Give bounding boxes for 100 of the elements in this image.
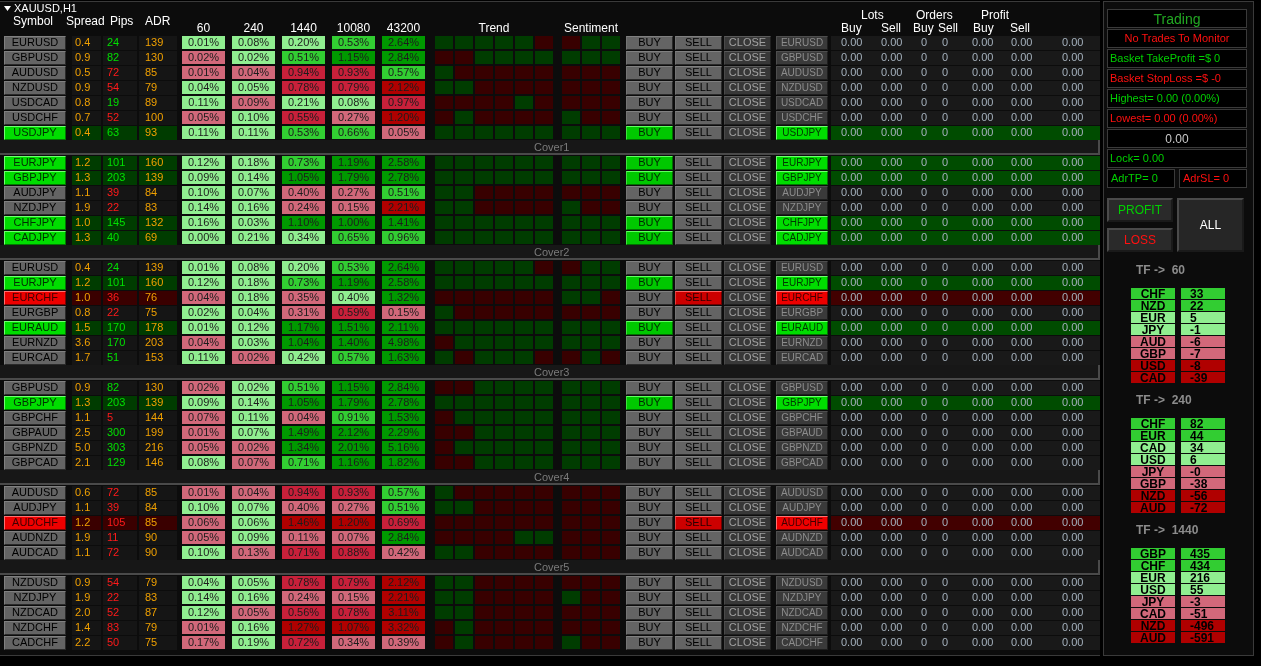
symbol-button[interactable]: EURJPY xyxy=(776,155,828,170)
symbol-button[interactable]: GBPCAD xyxy=(776,455,828,470)
close-button[interactable]: CLOSE xyxy=(724,380,771,395)
close-button[interactable]: CLOSE xyxy=(724,155,771,170)
symbol-button[interactable]: GBPUSD xyxy=(776,50,828,65)
symbol-button[interactable]: EURAUD xyxy=(776,320,828,335)
sell-button[interactable]: SELL xyxy=(675,440,722,455)
symbol-button[interactable]: GBPUSD xyxy=(4,380,66,395)
symbol-button[interactable]: EURJPY xyxy=(4,275,66,290)
loss-button[interactable]: LOSS xyxy=(1107,228,1173,252)
sell-button[interactable]: SELL xyxy=(675,350,722,365)
close-button[interactable]: CLOSE xyxy=(724,230,771,245)
symbol-button[interactable]: AUDJPY xyxy=(776,500,828,515)
close-button[interactable]: CLOSE xyxy=(724,395,771,410)
buy-button[interactable]: BUY xyxy=(626,275,673,290)
symbol-button[interactable]: GBPJPY xyxy=(4,170,66,185)
symbol-button[interactable]: CADJPY xyxy=(4,230,66,245)
buy-button[interactable]: BUY xyxy=(626,290,673,305)
buy-button[interactable]: BUY xyxy=(626,335,673,350)
symbol-button[interactable]: EURUSD xyxy=(4,260,66,275)
close-button[interactable]: CLOSE xyxy=(724,485,771,500)
sell-button[interactable]: SELL xyxy=(675,530,722,545)
symbol-button[interactable]: CADCHF xyxy=(4,635,66,650)
close-button[interactable]: CLOSE xyxy=(724,350,771,365)
sell-button[interactable]: SELL xyxy=(675,125,722,140)
symbol-button[interactable]: GBPUSD xyxy=(776,380,828,395)
symbol-button[interactable]: AUDUSD xyxy=(776,485,828,500)
close-button[interactable]: CLOSE xyxy=(724,590,771,605)
symbol-button[interactable]: AUDUSD xyxy=(776,65,828,80)
sell-button[interactable]: SELL xyxy=(675,95,722,110)
symbol-button[interactable]: AUDNZD xyxy=(4,530,66,545)
all-button[interactable]: ALL xyxy=(1177,198,1244,252)
sell-button[interactable]: SELL xyxy=(675,605,722,620)
symbol-button[interactable]: EURNZD xyxy=(4,335,66,350)
close-button[interactable]: CLOSE xyxy=(724,605,771,620)
symbol-button[interactable]: USDCAD xyxy=(4,95,66,110)
close-button[interactable]: CLOSE xyxy=(724,425,771,440)
sell-button[interactable]: SELL xyxy=(675,455,722,470)
symbol-button[interactable]: EURCAD xyxy=(4,350,66,365)
symbol-button[interactable]: NZDUSD xyxy=(776,575,828,590)
close-button[interactable]: CLOSE xyxy=(724,305,771,320)
sell-button[interactable]: SELL xyxy=(675,200,722,215)
symbol-button[interactable]: AUDCHF xyxy=(776,515,828,530)
symbol-button[interactable]: GBPAUD xyxy=(776,425,828,440)
sell-button[interactable]: SELL xyxy=(675,320,722,335)
close-button[interactable]: CLOSE xyxy=(724,455,771,470)
symbol-button[interactable]: GBPCAD xyxy=(4,455,66,470)
buy-button[interactable]: BUY xyxy=(626,515,673,530)
buy-button[interactable]: BUY xyxy=(626,620,673,635)
symbol-button[interactable]: EURJPY xyxy=(4,155,66,170)
buy-button[interactable]: BUY xyxy=(626,425,673,440)
buy-button[interactable]: BUY xyxy=(626,170,673,185)
sell-button[interactable]: SELL xyxy=(675,230,722,245)
symbol-button[interactable]: USDCHF xyxy=(776,110,828,125)
symbol-button[interactable]: USDJPY xyxy=(4,125,66,140)
symbol-button[interactable]: GBPNZD xyxy=(4,440,66,455)
close-button[interactable]: CLOSE xyxy=(724,65,771,80)
symbol-button[interactable]: NZDJPY xyxy=(776,590,828,605)
symbol-button[interactable]: GBPAUD xyxy=(4,425,66,440)
sell-button[interactable]: SELL xyxy=(675,410,722,425)
close-button[interactable]: CLOSE xyxy=(724,620,771,635)
buy-button[interactable]: BUY xyxy=(626,500,673,515)
sell-button[interactable]: SELL xyxy=(675,80,722,95)
buy-button[interactable]: BUY xyxy=(626,50,673,65)
buy-button[interactable]: BUY xyxy=(626,305,673,320)
symbol-button[interactable]: CHFJPY xyxy=(776,215,828,230)
buy-button[interactable]: BUY xyxy=(626,80,673,95)
symbol-button[interactable]: NZDCHF xyxy=(776,620,828,635)
sell-button[interactable]: SELL xyxy=(675,545,722,560)
buy-button[interactable]: BUY xyxy=(626,395,673,410)
symbol-button[interactable]: GBPJPY xyxy=(4,395,66,410)
close-button[interactable]: CLOSE xyxy=(724,515,771,530)
sell-button[interactable]: SELL xyxy=(675,290,722,305)
symbol-button[interactable]: USDCAD xyxy=(776,95,828,110)
symbol-button[interactable]: GBPCHF xyxy=(4,410,66,425)
symbol-button[interactable]: AUDCHF xyxy=(4,515,66,530)
symbol-button[interactable]: EURAUD xyxy=(4,320,66,335)
close-button[interactable]: CLOSE xyxy=(724,320,771,335)
symbol-button[interactable]: EURJPY xyxy=(776,275,828,290)
symbol-button[interactable]: CHFJPY xyxy=(4,215,66,230)
buy-button[interactable]: BUY xyxy=(626,125,673,140)
buy-button[interactable]: BUY xyxy=(626,320,673,335)
symbol-button[interactable]: AUDJPY xyxy=(4,185,66,200)
sell-button[interactable]: SELL xyxy=(675,305,722,320)
buy-button[interactable]: BUY xyxy=(626,590,673,605)
symbol-button[interactable]: EURCHF xyxy=(776,290,828,305)
close-button[interactable]: CLOSE xyxy=(724,110,771,125)
sell-button[interactable]: SELL xyxy=(675,500,722,515)
close-button[interactable]: CLOSE xyxy=(724,335,771,350)
symbol-button[interactable]: EURUSD xyxy=(776,35,828,50)
symbol-button[interactable]: GBPNZD xyxy=(776,440,828,455)
buy-button[interactable]: BUY xyxy=(626,410,673,425)
close-button[interactable]: CLOSE xyxy=(724,215,771,230)
symbol-button[interactable]: NZDCHF xyxy=(4,620,66,635)
buy-button[interactable]: BUY xyxy=(626,485,673,500)
sell-button[interactable]: SELL xyxy=(675,425,722,440)
close-button[interactable]: CLOSE xyxy=(724,95,771,110)
symbol-button[interactable]: EURUSD xyxy=(776,260,828,275)
symbol-button[interactable]: AUDCAD xyxy=(4,545,66,560)
profit-button[interactable]: PROFIT xyxy=(1107,198,1173,222)
